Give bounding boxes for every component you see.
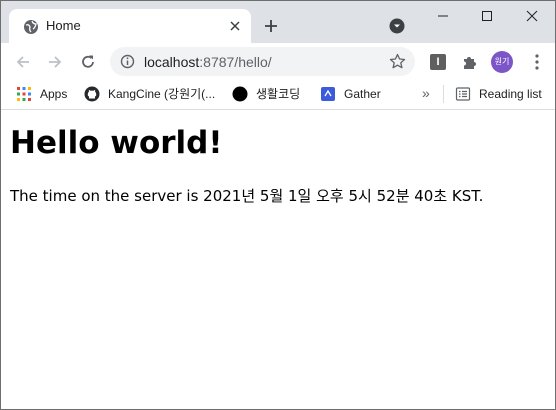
reload-icon[interactable] [79,53,97,71]
extensions-puzzle-icon[interactable] [461,53,479,71]
minimize-icon[interactable] [431,7,455,25]
tab-strip: Home [1,1,555,43]
bookmark-apps[interactable]: Apps [16,86,76,102]
browser-toolbar: localhost:8787/hello/ I 원기 [1,43,555,79]
extension-i-icon[interactable]: I [430,54,446,70]
bookmark-saenghwalcoding[interactable]: 생활코딩 [232,86,308,102]
page-content: Hello world! The time on the server is 2… [1,111,555,409]
bookmark-label: KangCine (강원기(... [108,87,216,101]
bookmarks-divider [443,85,444,103]
tab-close-icon[interactable] [227,18,243,34]
apps-grid-icon [17,87,31,101]
tab-title: Home [46,18,81,33]
site-info-icon[interactable] [120,54,135,69]
bookmark-star-icon[interactable] [389,53,406,70]
url-host: localhost [144,54,200,70]
bookmarks-overflow-button[interactable]: » [422,85,430,101]
back-arrow-icon[interactable] [14,53,32,71]
forward-arrow-icon[interactable] [46,53,64,71]
bookmarks-bar: Apps KangCine (강원기(... 생활코딩 Gather » Rea… [1,79,555,110]
reading-list-button[interactable]: Reading list [455,86,553,102]
maximize-icon[interactable] [475,7,499,25]
github-icon [84,86,100,102]
window-close-icon[interactable] [520,7,544,25]
browser-window: Home localhost:8787/hello/ I 원기 Apps Kan… [0,0,556,410]
gather-icon [321,87,335,101]
reading-list-icon [455,87,471,101]
bookmark-label: Gather [344,87,381,101]
tab-home[interactable]: Home [9,9,251,43]
black-circle-icon [232,86,248,102]
more-menu-icon[interactable] [529,53,545,71]
url-text[interactable]: localhost:8787/hello/ [144,54,272,70]
bookmark-kangcine[interactable]: KangCine (강원기(... [84,86,219,102]
profile-avatar[interactable]: 원기 [491,51,513,73]
server-time-text: The time on the server is 2021년 5월 1일 오후… [10,187,484,205]
url-path: :8787/hello/ [199,54,272,70]
bookmark-label: Apps [40,87,68,101]
address-bar[interactable]: localhost:8787/hello/ [110,47,415,76]
globe-icon [24,20,38,34]
reading-list-label: Reading list [479,87,542,101]
page-heading: Hello world! [10,125,223,161]
bookmark-gather[interactable]: Gather [320,86,384,102]
tab-search-icon[interactable] [389,18,405,34]
new-tab-plus-icon[interactable] [263,18,279,34]
bookmark-label: 생활코딩 [256,87,301,101]
